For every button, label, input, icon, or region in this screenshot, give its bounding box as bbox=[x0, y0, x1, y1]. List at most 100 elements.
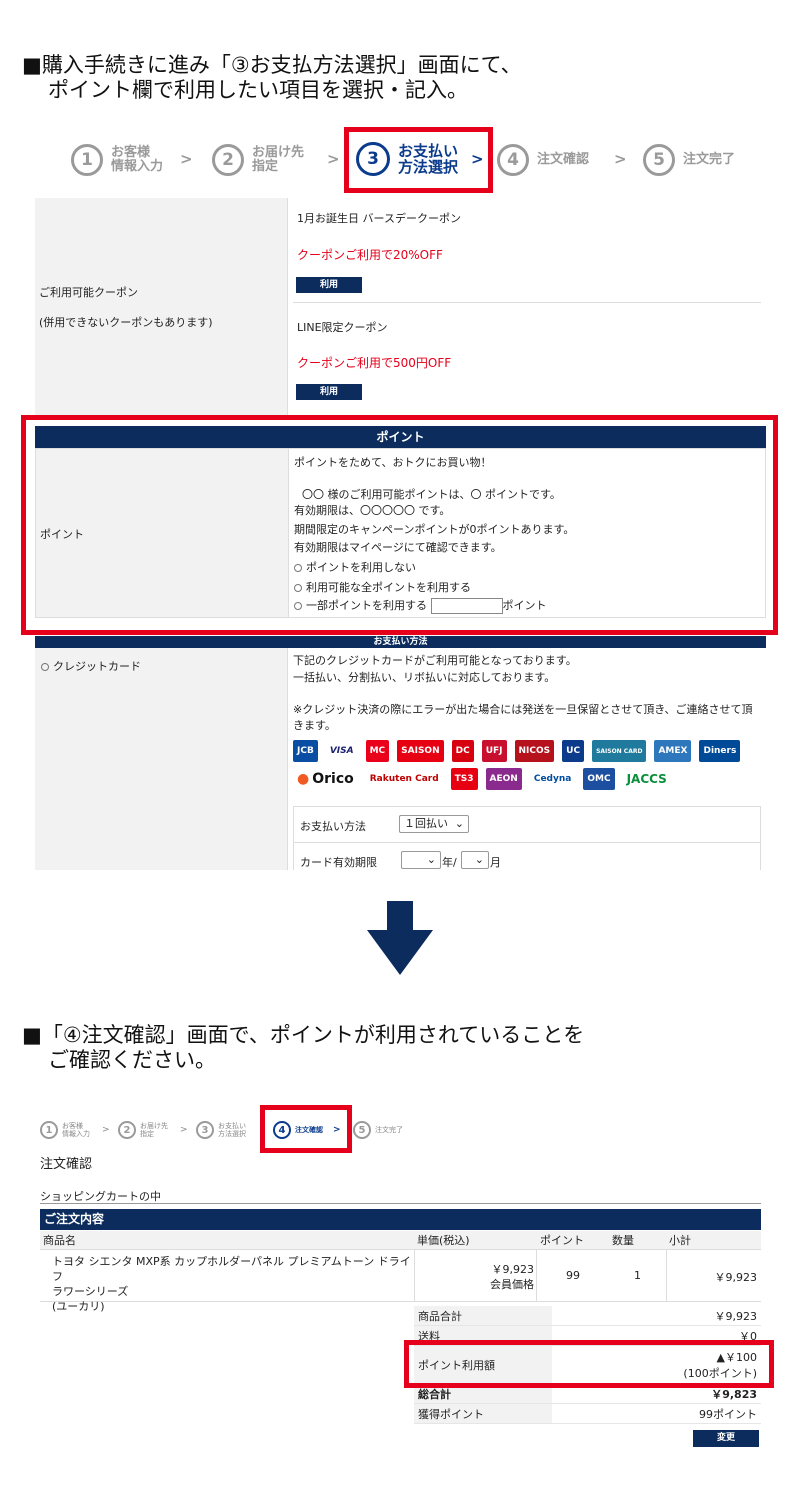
col-subtotal: 小計 bbox=[666, 1231, 761, 1250]
order-contents-header: ご注文内容 bbox=[40, 1209, 761, 1230]
cedyna-logo-icon: Cedyna bbox=[529, 768, 576, 790]
points-header: ポイント bbox=[35, 426, 766, 448]
payment-desc: 下記のクレジットカードがご利用可能となっております。 bbox=[293, 654, 577, 667]
summary-row: 送料 ￥0 bbox=[414, 1326, 761, 1346]
points-section: ポイント ポイントをためて、おトクにお買い物！ 〇〇 様のご利用可能ポイントは、… bbox=[35, 448, 766, 618]
jaccs-logo-icon: JACCS bbox=[622, 768, 671, 790]
points-option-none[interactable]: ポイントを利用しない bbox=[294, 559, 416, 575]
use-coupon-button[interactable]: 利用 bbox=[296, 384, 362, 400]
points-expiry-note: 有効期限はマイページにて確認できます。 bbox=[294, 541, 502, 554]
points-expiry: 有効期限は、〇〇〇〇〇 です。 bbox=[294, 504, 451, 517]
step-number-icon: 1 bbox=[71, 144, 103, 176]
product-points: 99 bbox=[566, 1269, 580, 1282]
step-number-icon: 3 bbox=[196, 1121, 214, 1139]
orico-logo-icon: ● Orico bbox=[293, 768, 358, 790]
instruction-heading-2: ■「④注文確認」画面で、ポイントが利用されていることを ご確認ください。 bbox=[22, 1023, 585, 1072]
radio-icon[interactable] bbox=[294, 602, 302, 610]
coupon-discount: クーポンご利用で500円OFF bbox=[297, 356, 452, 370]
points-label: ポイント bbox=[40, 528, 84, 541]
ts3-logo-icon: TS3 bbox=[450, 768, 478, 790]
amex-logo-icon: AMEX bbox=[654, 740, 692, 762]
change-button[interactable]: 変更 bbox=[693, 1430, 759, 1447]
step-number-icon: 5 bbox=[643, 144, 675, 176]
chevron-right-icon: > bbox=[614, 150, 627, 168]
card-expiry-label: カード有効期限 bbox=[300, 856, 377, 869]
step-1: 1 お客様 情報入力 bbox=[71, 144, 163, 176]
step-number-icon: 1 bbox=[40, 1121, 58, 1139]
chevron-right-icon: > bbox=[180, 150, 193, 168]
step-3-active: 3 お支払い 方法選択 bbox=[356, 142, 458, 176]
jcb-logo-icon: JCB bbox=[293, 740, 318, 762]
instruction-heading-1: ■購入手続きに進み「③お支払方法選択」画面にて、 ポイント欄で利用したい項目を選… bbox=[22, 53, 522, 102]
summary-row-points-used: ポイント利用額 ▲￥100 (100ポイント) bbox=[414, 1346, 761, 1384]
saison-logo-icon: SAISON bbox=[397, 740, 444, 762]
col-unit-price: 単価(税込) bbox=[414, 1231, 537, 1250]
page-title: 注文確認 bbox=[40, 1157, 93, 1172]
coupon-name: 1月お誕生日 バースデークーポン bbox=[297, 212, 461, 225]
payment-header: お支払い方法 bbox=[35, 636, 766, 648]
radio-icon[interactable] bbox=[41, 663, 49, 671]
chevron-down-icon: ⌄ bbox=[474, 853, 484, 866]
payment-method-label: お支払い方法 bbox=[300, 820, 366, 833]
summary-row-earned-points: 獲得ポイント 99ポイント bbox=[414, 1404, 761, 1424]
summary-row-total: 総合計 ￥9,823 bbox=[414, 1384, 761, 1404]
points-amount-input[interactable] bbox=[430, 598, 503, 614]
diners-logo-icon: Diners bbox=[699, 740, 741, 762]
col-points: ポイント bbox=[537, 1231, 609, 1250]
step-number-icon: 3 bbox=[356, 142, 390, 176]
step-4-active: 4 注文確認 > bbox=[273, 1121, 341, 1139]
member-price-note: 会員価格 bbox=[490, 1278, 534, 1291]
payment-section: クレジットカード 下記のクレジットカードがご利用可能となっております。 一括払い… bbox=[35, 648, 766, 870]
mastercard-logo-icon: MC bbox=[365, 740, 390, 762]
rakuten-card-logo-icon: Rakuten Card bbox=[365, 768, 443, 790]
available-points: 〇〇 様のご利用可能ポイントは、〇 ポイントです。 bbox=[302, 488, 561, 501]
expiry-month-select[interactable]: ⌄ bbox=[461, 851, 489, 869]
payment-error-note: ※クレジット決済の際にエラーが出た場合には発送を一旦保留とさせて頂き、ご連絡させ… bbox=[293, 703, 753, 732]
aeon-logo-icon: AEON bbox=[485, 768, 522, 790]
col-qty: 数量 bbox=[609, 1231, 666, 1250]
points-option-all[interactable]: 利用可能な全ポイントを利用する bbox=[294, 579, 471, 595]
table-row: トヨタ シエンタ MXP系 カップホルダーパネル プレミアムトーン ドライフ ラワ… bbox=[40, 1250, 761, 1313]
saison-card-logo-icon: SAISON CARD bbox=[592, 740, 647, 762]
product-qty: 1 bbox=[634, 1269, 641, 1282]
step-number-icon: 2 bbox=[118, 1121, 136, 1139]
chevron-down-icon: ⌄ bbox=[426, 853, 436, 866]
uc-logo-icon: UC bbox=[562, 740, 585, 762]
col-product-name: 商品名 bbox=[40, 1231, 414, 1250]
chevron-right-icon: > bbox=[180, 1125, 188, 1135]
radio-icon[interactable] bbox=[294, 564, 302, 572]
coupon-name: LINE限定クーポン bbox=[297, 321, 388, 334]
step-number-icon: 4 bbox=[497, 144, 529, 176]
ufj-logo-icon: UFJ bbox=[481, 740, 507, 762]
coupon-section: ご利用可能クーポン (併用できないクーポンもあります) 1月お誕生日 バースデー… bbox=[35, 198, 766, 416]
expiry-year-select[interactable]: ⌄ bbox=[401, 851, 441, 869]
radio-icon[interactable] bbox=[294, 584, 302, 592]
product-name[interactable]: トヨタ シエンタ MXP系 カップホルダーパネル プレミアムトーン ドライフ ラワ… bbox=[52, 1254, 414, 1314]
omc-logo-icon: OMC bbox=[583, 768, 615, 790]
chevron-down-icon: ⌄ bbox=[454, 817, 464, 830]
coupon-discount: クーポンご利用で20%OFF bbox=[297, 248, 443, 262]
unit-price: ￥9,923 bbox=[491, 1263, 535, 1276]
payment-desc: 一括払い、分割払い、リボ払いに対応しております。 bbox=[293, 671, 556, 684]
payment-method-select[interactable]: １回払い ⌄ bbox=[399, 815, 469, 833]
summary-row: 商品合計 ￥9,923 bbox=[414, 1306, 761, 1326]
step-4: 4 注文確認 bbox=[497, 144, 589, 176]
dc-logo-icon: DC bbox=[451, 740, 474, 762]
use-coupon-button[interactable]: 利用 bbox=[296, 277, 362, 293]
coupon-label: ご利用可能クーポン bbox=[39, 286, 138, 299]
step-number-icon: 5 bbox=[353, 1121, 371, 1139]
coupon-note: (併用できないクーポンもあります) bbox=[39, 316, 213, 329]
step-2: 2 お届け先 指定 bbox=[212, 144, 304, 176]
chevron-right-icon: > bbox=[333, 1125, 341, 1135]
points-intro: ポイントをためて、おトクにお買い物！ bbox=[294, 456, 492, 469]
points-option-partial[interactable]: 一部ポイントを利用する ポイント bbox=[294, 597, 547, 614]
chevron-right-icon: > bbox=[102, 1125, 110, 1135]
credit-card-option[interactable]: クレジットカード bbox=[41, 658, 141, 674]
chevron-right-icon: > bbox=[471, 150, 484, 168]
step-5: 5 注文完了 bbox=[643, 144, 735, 176]
card-brand-logos: JCB VISA MC SAISON DC UFJ NICOS UC SAISO… bbox=[293, 740, 753, 790]
product-subtotal: ￥9,923 bbox=[714, 1271, 758, 1284]
step-number-icon: 2 bbox=[212, 144, 244, 176]
campaign-points: 期間限定のキャンペーンポイントが0ポイントあります。 bbox=[294, 523, 575, 536]
visa-logo-icon: VISA bbox=[325, 740, 358, 762]
